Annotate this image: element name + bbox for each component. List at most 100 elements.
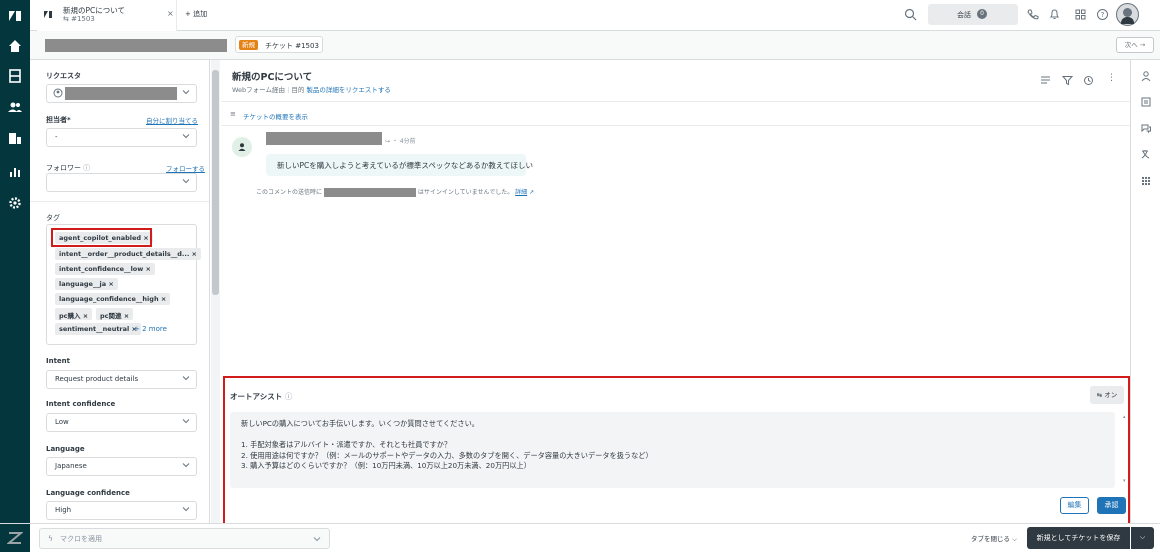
tab-ticket-number: #1503 [71, 15, 95, 23]
next-ticket-button[interactable]: 次へ → [1116, 37, 1154, 53]
chevron-down-icon [182, 463, 190, 468]
conversations-button[interactable]: 会話 0 [928, 4, 1018, 25]
requester-label: リクエスタ [46, 72, 81, 80]
avatar-body [1121, 17, 1134, 24]
avatar-head [1123, 8, 1132, 17]
top-bar: 新規のPCについて ⇆ #1503 × + 追加 会話 0 ? [30, 0, 1160, 31]
channel-label: Webフォーム経由 [232, 86, 285, 94]
info-icon: ⓘ [83, 164, 91, 172]
scrollbar-thumb[interactable] [212, 70, 219, 295]
conversation-icon[interactable] [1140, 122, 1152, 134]
commenter-avatar [232, 137, 252, 157]
user-icon [53, 88, 63, 98]
details-link[interactable]: 詳細 [515, 189, 527, 196]
macro-icon: ϟ [48, 534, 53, 543]
tag-chip[interactable]: language__ja × [55, 278, 118, 290]
tag-chip[interactable]: intent__order__product_details__d... × [55, 248, 202, 260]
product-tray-icon[interactable] [1074, 8, 1087, 21]
assignee-value: - [55, 133, 58, 141]
suggestion-line: 新しいPCの購入についてお手伝いします。いくつか質問させてください。 [241, 419, 479, 428]
divider [30, 201, 209, 202]
follow-link[interactable]: フォローする [166, 163, 205, 173]
more-tags-link[interactable]: + 2 more [134, 325, 167, 333]
tags-field[interactable]: agent_copilot_enabled × intent__order__p… [46, 224, 202, 345]
user-avatar[interactable] [1116, 3, 1139, 26]
history-icon[interactable] [1083, 75, 1094, 86]
translate-icon[interactable] [1140, 148, 1152, 160]
zendesk-logo-icon[interactable] [6, 7, 24, 25]
person-icon [238, 143, 246, 151]
conversation-filter-icon[interactable] [1040, 75, 1051, 86]
views-icon[interactable] [6, 67, 24, 85]
language-select[interactable]: Japanese [46, 457, 197, 476]
tab-subtitle: ⇆ #1503 [63, 15, 95, 23]
add-tab-button[interactable]: + 追加 [185, 9, 207, 19]
tag-chip[interactable]: pc購入 × [55, 308, 93, 320]
organizations-icon[interactable] [6, 129, 24, 147]
assignee-select[interactable]: - [46, 128, 197, 147]
chevron-down-icon [182, 90, 190, 95]
highlight-box [51, 228, 152, 247]
intent-label: Intent [46, 357, 71, 365]
followers-select[interactable] [46, 173, 197, 192]
chevron-down-icon [182, 376, 190, 381]
reporting-icon[interactable] [6, 162, 24, 180]
filter-funnel-icon[interactable] [1062, 75, 1073, 86]
intent-confidence-select[interactable]: Low [46, 413, 197, 432]
search-icon[interactable] [904, 8, 917, 21]
suggestion-scrollbar[interactable]: ▴ ▾ [1122, 412, 1128, 488]
ticket-breadcrumb[interactable]: 新規 チケット #1503 [235, 36, 323, 53]
assign-to-me-link[interactable]: 自分に割り当てる [146, 115, 198, 125]
redacted-requester [65, 87, 177, 100]
left-nav [0, 0, 30, 552]
chevron-down-icon [182, 419, 190, 424]
intent-select[interactable]: Request product details [46, 370, 197, 389]
help-icon[interactable]: ? [1096, 8, 1109, 21]
approve-button[interactable]: 承認 [1097, 497, 1126, 514]
autoassist-toggle-button[interactable]: ⇆ オン [1090, 386, 1124, 404]
edit-button[interactable]: 編集 [1060, 497, 1089, 514]
context-panel-rail [1130, 60, 1160, 523]
more-options-icon[interactable]: ⋮ [1107, 73, 1116, 83]
intent-link[interactable]: 製品の詳細をリクエストする [306, 86, 391, 94]
language-confidence-select[interactable]: High [46, 501, 197, 520]
redacted-commenter [266, 132, 382, 145]
notifications-bell-icon[interactable] [1048, 8, 1061, 21]
ticket-tab[interactable]: 新規のPCについて ⇆ #1503 × [37, 0, 177, 31]
tag-chip[interactable]: pc関連 × [96, 308, 134, 320]
suggestion-line: 3. 購入予算はどのくらいですか？（例：10万円未満、10万以上20万未満、20… [241, 461, 531, 470]
customers-icon[interactable] [6, 98, 24, 116]
tag-chip[interactable]: language_confidence__high × [55, 293, 171, 305]
home-icon[interactable] [6, 37, 24, 55]
intent-confidence-label: Intent confidence [46, 400, 116, 408]
tag-chip[interactable]: sentiment__neutral × [55, 323, 141, 335]
redacted-email [323, 188, 416, 197]
zendesk-product-icon[interactable] [7, 530, 23, 546]
submit-ticket-button[interactable]: 新規としてチケットを保存 [1027, 527, 1130, 549]
external-link-icon: ↗ [529, 189, 535, 196]
submit-options-chevron-icon[interactable]: ⌵ [1131, 527, 1154, 549]
ticket-tab-icon [44, 11, 52, 18]
knowledge-icon[interactable] [1140, 96, 1152, 108]
scroll-up-arrow-icon[interactable]: ▴ [1123, 414, 1126, 420]
scroll-down-arrow-icon[interactable]: ▾ [1123, 478, 1126, 484]
sidebar-scrollbar[interactable] [211, 60, 220, 523]
tag-chip[interactable]: intent_confidence__low × [55, 263, 155, 275]
requester-select[interactable] [46, 84, 197, 103]
ticket-type-icon: ⇆ [63, 15, 72, 23]
suggestion-line: 2. 使用用途は何ですか？（例：メールのサポートやデータの入力、多数のタブを開く… [241, 450, 653, 460]
phone-icon[interactable] [1026, 8, 1039, 21]
admin-gear-icon[interactable] [6, 194, 24, 212]
close-tab-menu[interactable]: タブを閉じる ⌵ [971, 533, 1017, 544]
apps-grid-icon[interactable] [1140, 175, 1152, 187]
close-tab-icon[interactable]: × [167, 9, 174, 18]
customer-context-icon[interactable] [1140, 70, 1152, 82]
info-icon: ⓘ [284, 392, 293, 401]
autoassist-suggestion-text: 新しいPCの購入についてお手伝いします。いくつか質問させてください。 1. 手配… [230, 412, 1115, 488]
chevron-down-icon: ⌵ [1012, 535, 1018, 543]
ticket-properties-sidebar: リクエスタ 担当者* 自分に割り当てる - フォロワー ⓘ フォローする タグ … [30, 60, 210, 523]
show-summary-link[interactable]: チケットの概要を表示 [243, 111, 308, 121]
apply-macro-select[interactable]: ϟ マクロを適用 [39, 528, 330, 549]
chevron-down-icon [182, 134, 190, 139]
ticket-number-label: チケット #1503 [265, 42, 319, 50]
